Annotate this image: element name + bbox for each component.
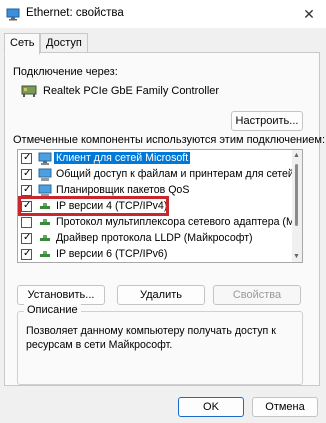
list-item-label: Клиент для сетей Microsoft xyxy=(54,152,191,164)
checkbox[interactable]: ✓ xyxy=(21,248,32,260)
ok-button[interactable]: OK xyxy=(178,397,244,417)
list-item-label: Протокол мультиплексора сетевого адаптер… xyxy=(56,216,303,228)
scroll-thumb[interactable] xyxy=(295,164,298,226)
protocol-icon xyxy=(37,232,53,246)
network-adapter-icon xyxy=(6,7,20,21)
checkbox[interactable]: ✓ xyxy=(21,184,32,196)
list-item[interactable]: ✓ Клиент для сетей Microsoft xyxy=(18,151,294,167)
protocol-icon xyxy=(37,216,53,230)
list-item-label: Общий доступ к файлам и принтерам для се… xyxy=(56,168,303,180)
properties-button[interactable]: Свойства xyxy=(213,285,301,305)
title-bar: Ethernet: свойства ✕ xyxy=(0,0,326,28)
checkbox[interactable]: ✓ xyxy=(21,232,32,244)
list-scrollbar[interactable]: ▲ ▼ xyxy=(292,150,302,262)
checkbox[interactable]: ✓ xyxy=(21,152,32,164)
window-title: Ethernet: свойства xyxy=(26,7,124,19)
scroll-down-icon[interactable]: ▼ xyxy=(293,253,300,260)
configure-button[interactable]: Настроить... xyxy=(231,111,303,131)
cancel-button[interactable]: Отмена xyxy=(252,397,318,417)
tab-sharing[interactable]: Доступ xyxy=(40,33,88,54)
list-item-label: IP версии 6 (TCP/IPv6) xyxy=(56,248,168,260)
network-tab-panel: Подключение через: Realtek PCIe GbE Fami… xyxy=(4,52,325,386)
protocol-icon xyxy=(37,248,53,262)
list-item-label: Планировщик пакетов QoS xyxy=(56,184,190,196)
list-item[interactable]: ✓ Драйвер протокола LLDP (Майкрософт) xyxy=(18,231,294,247)
components-label: Отмеченные компоненты используются этим … xyxy=(13,134,326,146)
scroll-up-icon[interactable]: ▲ xyxy=(293,152,300,159)
tab-network[interactable]: Сеть xyxy=(4,33,41,55)
checkbox[interactable]: ✓ xyxy=(21,168,32,180)
list-item[interactable]: ✓ IP версии 6 (TCP/IPv6) xyxy=(18,247,294,262)
description-text: Позволяет данному компьютеру получать до… xyxy=(26,325,276,351)
description-legend: Описание xyxy=(24,304,81,316)
connect-via-label: Подключение через: xyxy=(13,66,118,78)
adapter-field: Realtek PCIe GbE Family Controller xyxy=(17,81,302,103)
network-client-icon xyxy=(37,152,53,166)
checkbox[interactable] xyxy=(21,217,32,228)
remove-button[interactable]: Удалить xyxy=(117,285,205,305)
ipv4-highlight-box xyxy=(18,196,169,216)
adapter-name: Realtek PCIe GbE Family Controller xyxy=(43,85,220,97)
network-service-icon xyxy=(37,168,53,182)
description-group: Описание Позволяет данному компьютеру по… xyxy=(17,304,303,385)
close-button[interactable]: ✕ xyxy=(292,0,326,28)
list-item-label: Драйвер протокола LLDP (Майкрософт) xyxy=(56,232,253,244)
install-button[interactable]: Установить... xyxy=(17,285,105,305)
list-item[interactable]: ✓ Общий доступ к файлам и принтерам для … xyxy=(18,167,302,183)
network-card-icon xyxy=(21,84,37,98)
list-item[interactable]: Протокол мультиплексора сетевого адаптер… xyxy=(18,215,302,231)
